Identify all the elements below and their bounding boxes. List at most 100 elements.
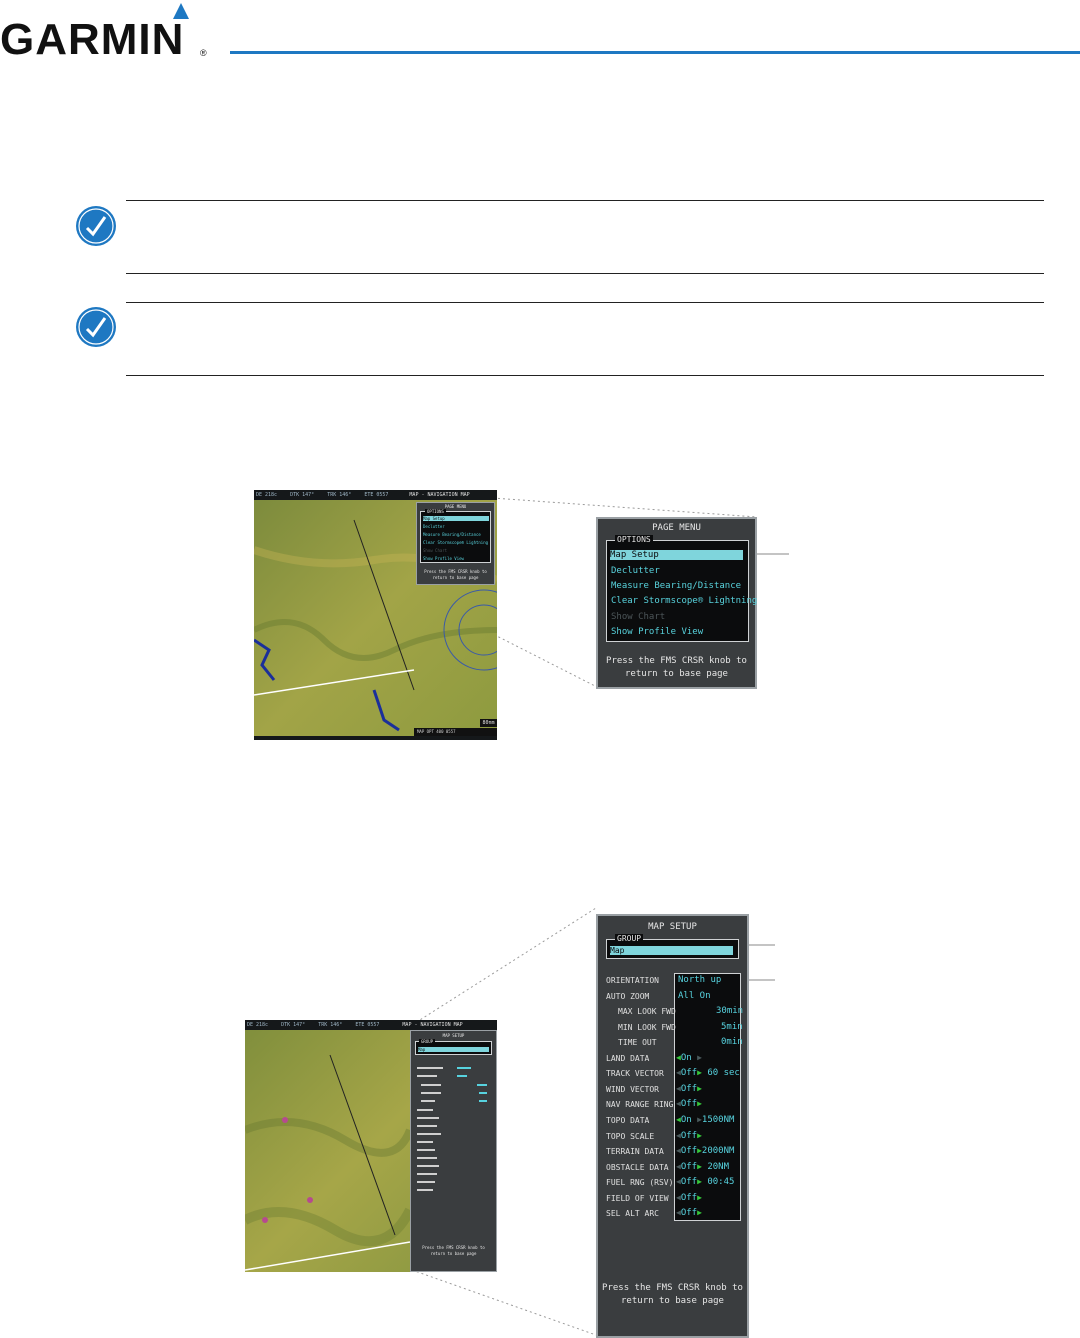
- topbar-field: TRK 146°: [327, 492, 352, 498]
- topbar-field: MAP - NAVIGATION MAP: [409, 492, 470, 498]
- setting-label: NAV RANGE RING: [606, 1100, 674, 1109]
- field-of-view-value[interactable]: ◀Off▶: [676, 1193, 702, 1203]
- thumb-footer-line: return to base page: [432, 575, 479, 580]
- topbar-field: DTK 147°: [290, 492, 315, 498]
- options-box: OPTIONS Map Setup Declutter Measure Bear…: [606, 535, 757, 642]
- thumb-group-label: GROUP: [419, 1039, 436, 1044]
- menu-item-declutter[interactable]: Declutter: [611, 566, 660, 576]
- setting-label: TOPO DATA: [606, 1116, 650, 1125]
- toggle-value: Off: [680, 1099, 698, 1109]
- auto-zoom-value[interactable]: All On: [678, 991, 711, 1001]
- min-look-fwd-value[interactable]: 5min: [721, 1022, 743, 1032]
- note-icon: [76, 307, 116, 347]
- group-box: GROUP Map: [606, 934, 739, 959]
- thumb-menu-item[interactable]: Measure Bearing/Distance: [423, 532, 481, 537]
- group-value-field[interactable]: Map: [610, 946, 733, 955]
- footer-line: Press the FMS CRSR knob to: [602, 1283, 743, 1293]
- footer-line: return to base page: [621, 1296, 724, 1306]
- right-arrow-icon: ▶: [697, 1099, 702, 1108]
- wind-vector-value[interactable]: ◀Off▶: [676, 1084, 702, 1094]
- land-data-value[interactable]: ◀On ▶: [676, 1053, 702, 1063]
- fuel-rng-value[interactable]: ◀Off▶ 00:45: [676, 1177, 734, 1187]
- nav-range-ring-value[interactable]: ◀Off▶: [676, 1099, 702, 1109]
- toggle-value: Off: [680, 1162, 698, 1172]
- note-top-rule: [126, 200, 1044, 201]
- right-arrow-icon: ▶: [697, 1193, 702, 1202]
- thumb-menu-item[interactable]: Map Setup: [423, 516, 489, 521]
- toggle-value: Off: [680, 1068, 698, 1078]
- topo-scale-value[interactable]: ◀Off▶: [676, 1131, 702, 1141]
- menu-item-show-profile-view[interactable]: Show Profile View: [611, 627, 703, 637]
- group-label: GROUP: [615, 934, 644, 943]
- thumb-group-box: GROUP Map: [415, 1039, 492, 1055]
- range-value: 60 sec: [707, 1068, 740, 1078]
- map-setup-footer: Press the FMS CRSR knob to return to bas…: [598, 1282, 747, 1308]
- topo-data-value[interactable]: ◀On ▶1500NM: [676, 1115, 734, 1125]
- setting-label: WIND VECTOR: [606, 1085, 659, 1094]
- toggle-value: Off: [680, 1146, 698, 1156]
- toggle-value: Off: [680, 1084, 698, 1094]
- setting-label: FUEL RNG (RSV): [606, 1178, 674, 1187]
- setting-label: TRACK VECTOR: [606, 1069, 664, 1078]
- track-vector-value[interactable]: ◀Off▶ 60 sec: [676, 1068, 740, 1078]
- right-arrow-icon: ▶: [697, 1053, 702, 1062]
- topbar-field: DE 218c: [256, 492, 278, 498]
- toggle-value: On: [680, 1053, 692, 1063]
- terrain-data-value[interactable]: ◀Off▶2000NM: [676, 1146, 734, 1156]
- setting-label: LAND DATA: [606, 1054, 650, 1063]
- footer-line: return to base page: [625, 669, 728, 679]
- topbar-field: MAP - NAVIGATION MAP: [402, 1022, 463, 1028]
- obstacle-data-value[interactable]: ◀Off▶ 20NM: [676, 1162, 729, 1172]
- thumb-menu-item: Show Chart: [423, 548, 448, 553]
- thumb-footer-line: return to base page: [430, 1251, 477, 1256]
- topbar-field: TRK 146°: [318, 1022, 343, 1028]
- figure1-callouts: [484, 497, 789, 688]
- topbar-field: ETE 0557: [364, 492, 389, 498]
- options-label: OPTIONS: [615, 535, 653, 544]
- footer-line: Press the FMS CRSR knob to: [606, 656, 747, 666]
- map-status-bar: MAP OPT 400 0557: [414, 728, 497, 736]
- topbar-field: DE 218c: [247, 1022, 269, 1028]
- setting-label: AUTO ZOOM: [606, 992, 650, 1001]
- thumb-menu-item[interactable]: Declutter: [423, 524, 445, 529]
- right-arrow-icon: ▶: [697, 1068, 702, 1077]
- thumb-menu-item[interactable]: Clear Stormscope® Lightning: [423, 540, 488, 545]
- menu-item-measure-bearing[interactable]: Measure Bearing/Distance: [611, 581, 741, 591]
- menu-item-map-setup[interactable]: Map Setup: [610, 550, 743, 560]
- range-value: 20NM: [707, 1162, 730, 1172]
- thumb-setup-row-lines: [417, 1067, 487, 1191]
- nav-map-screen-thumbnail: DE 218c DTK 147° TRK 146° ETE 0557 MAP -…: [254, 490, 497, 740]
- thumb-group-value[interactable]: Map: [418, 1047, 489, 1052]
- page-menu-panel: PAGE MENU OPTIONS Map Setup Declutter Me…: [596, 517, 757, 689]
- page-menu-footer: Press the FMS CRSR knob to return to bas…: [598, 655, 755, 681]
- sel-alt-arc-value[interactable]: ◀Off▶: [676, 1208, 702, 1218]
- softkey-bar: [254, 736, 497, 740]
- range-value: 1500NM: [701, 1115, 735, 1125]
- toggle-value: Off: [680, 1208, 698, 1218]
- thumb-menu-item[interactable]: Show Profile View: [423, 556, 464, 561]
- setting-label: TERRAIN DATA: [606, 1147, 664, 1156]
- setting-label: SEL ALT ARC: [606, 1209, 659, 1218]
- topbar-field: ETE 0557: [355, 1022, 380, 1028]
- map-setup-title: MAP SETUP: [648, 922, 697, 932]
- thumb-setup-footer: Press the FMS CRSR knob to return to bas…: [411, 1245, 496, 1257]
- thumb-setup-rows: [415, 1061, 492, 1211]
- setting-label: OBSTACLE DATA: [606, 1163, 669, 1172]
- time-out-value[interactable]: 0min: [721, 1037, 743, 1047]
- topbar-field: DTK 147°: [281, 1022, 306, 1028]
- setting-label: TOPO SCALE: [606, 1132, 655, 1141]
- page-menu-title: PAGE MENU: [652, 523, 701, 533]
- orientation-value[interactable]: North up: [678, 975, 721, 985]
- range-value: 00:45: [707, 1177, 735, 1187]
- toggle-value: Off: [680, 1177, 698, 1187]
- thumb-setup-title: MAP SETUP: [442, 1033, 465, 1038]
- thumb-map-setup-panel: MAP SETUP GROUP Map Press the FMS CRSR k…: [410, 1030, 497, 1272]
- right-arrow-icon: ▶: [697, 1208, 702, 1217]
- setting-label: FIELD OF VIEW: [606, 1194, 669, 1203]
- menu-item-clear-stormscope[interactable]: Clear Stormscope® Lightning: [611, 596, 757, 606]
- map-scale-badge: 80nm: [480, 719, 497, 727]
- thumb-options-label: OPTIONS: [425, 509, 446, 514]
- max-look-fwd-value[interactable]: 30min: [716, 1006, 743, 1016]
- registered-mark: ®: [200, 48, 207, 58]
- thumb-options-box: OPTIONS Map Setup Declutter Measure Bear…: [420, 509, 491, 563]
